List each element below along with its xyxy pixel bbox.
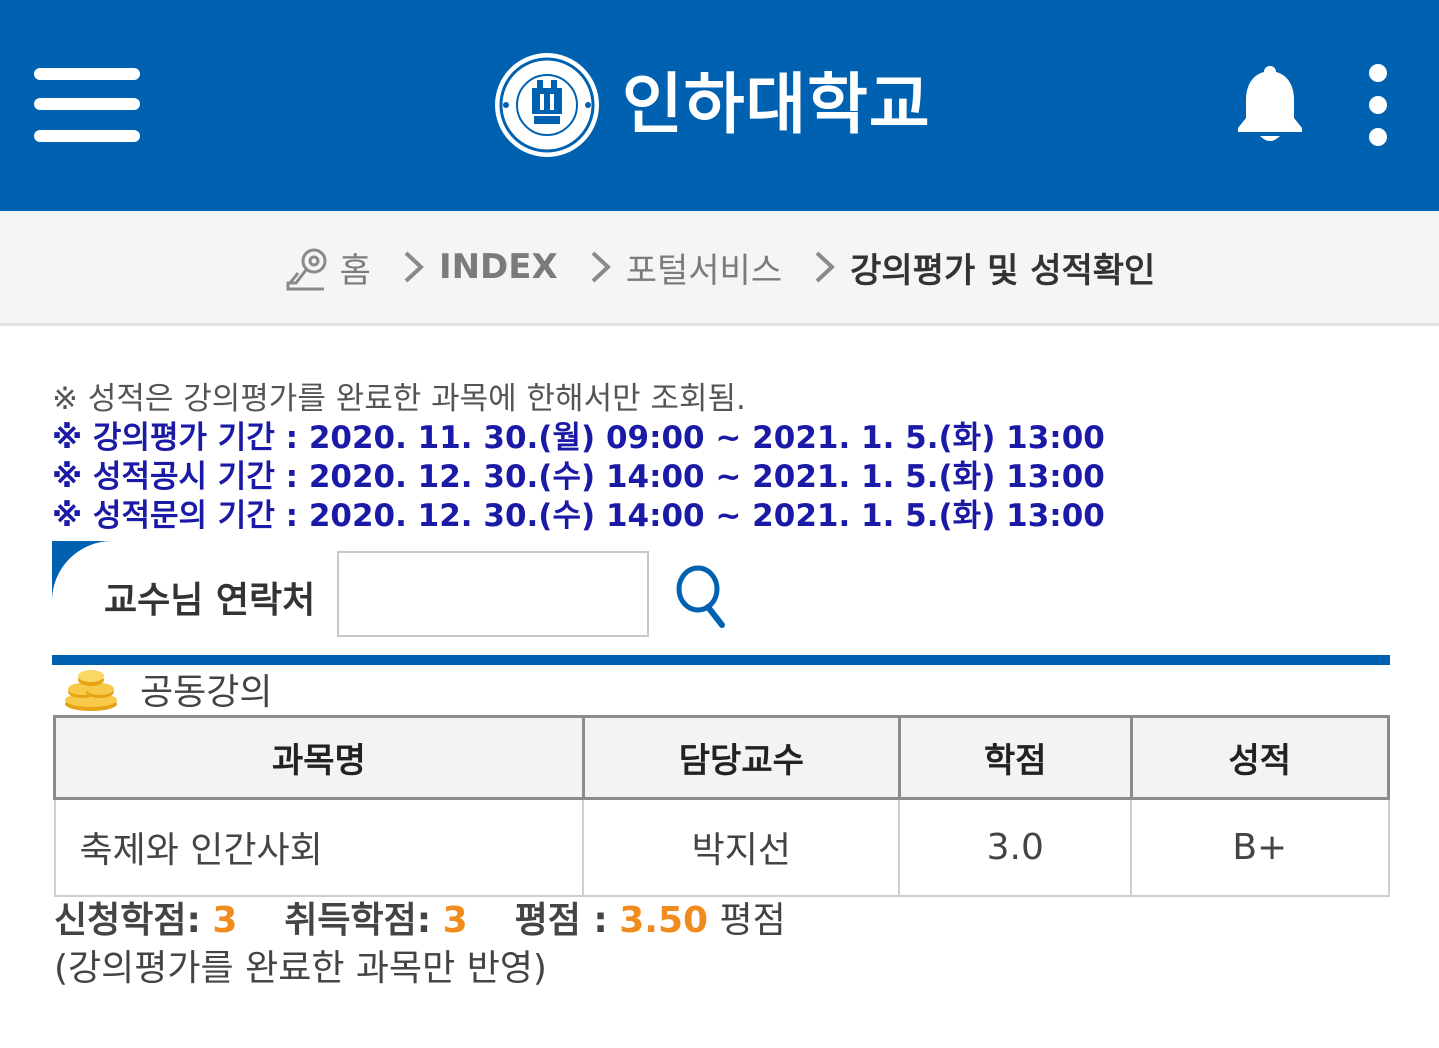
- credit-summary: 신청학점: 3 취득학점: 3 평점 : 3.50 평점: [54, 898, 786, 944]
- section-title-text: 공동강의: [140, 672, 273, 713]
- notice-grade-view: ※ 성적은 강의평가를 완료한 과목에 한해서만 조회됨.: [52, 381, 746, 417]
- notice-grade-announcement-period: ※ 성적공시 기간 : 2020. 12. 30.(수) 14:00 ~ 202…: [52, 459, 1105, 495]
- university-name: 인하대학교: [622, 66, 931, 143]
- chevron-right-icon: [591, 251, 611, 283]
- cell-course-name: 축제와 인간사회: [53, 797, 585, 897]
- summary-note: (강의평가를 완료한 과목만 반영): [54, 948, 547, 989]
- breadcrumb-index[interactable]: INDEX: [439, 247, 558, 287]
- app-header: 인하대학교: [0, 0, 1439, 211]
- earned-credits-value: 3: [442, 900, 468, 941]
- earned-credits-label: 취득학점:: [284, 900, 432, 941]
- column-header-grade: 성적: [1129, 715, 1390, 800]
- notice-grade-inquiry-period: ※ 성적문의 기간 : 2020. 12. 30.(수) 14:00 ~ 202…: [52, 498, 1105, 534]
- column-header-professor: 담당교수: [581, 715, 901, 800]
- column-header-credits: 학점: [897, 715, 1133, 800]
- gpa-suffix: 평점: [719, 900, 786, 941]
- notice-list: ※ 성적은 강의평가를 완료한 과목에 한해서만 조회됨. ※ 강의평가 기간 …: [52, 380, 1392, 536]
- professor-contact-label: 교수님 연락처: [104, 580, 316, 621]
- menu-icon[interactable]: [34, 64, 140, 148]
- notice-evaluation-period: ※ 강의평가 기간 : 2020. 11. 30.(월) 09:00 ~ 202…: [52, 420, 1105, 456]
- chevron-right-icon: [404, 251, 424, 283]
- cell-grade: B+: [1130, 797, 1390, 897]
- chevron-right-icon: [815, 251, 836, 283]
- grade-table: 과목명 담당교수 학점 성적 축제와 인간사회 박지선 3.0 B+: [53, 715, 1390, 897]
- column-header-course: 과목명: [53, 715, 585, 800]
- bell-icon[interactable]: [1236, 62, 1304, 146]
- coins-icon: [65, 670, 117, 711]
- university-seal-icon: [495, 53, 599, 157]
- applied-credits-label: 신청학점:: [54, 900, 201, 941]
- cell-professor: 박지선: [582, 797, 901, 897]
- breadcrumb-current: 강의평가 및 성적확인: [850, 250, 1156, 291]
- search-icon[interactable]: [674, 563, 730, 629]
- breadcrumb: 홈 INDEX 포털서비스 강의평가 및 성적확인: [0, 211, 1439, 326]
- breadcrumb-home[interactable]: 홈: [340, 243, 371, 292]
- gpa-value: 3.50: [619, 900, 709, 941]
- table-header-row: 과목명 담당교수 학점 성적: [53, 715, 1390, 800]
- university-logo[interactable]: 인하대학교: [492, 50, 931, 160]
- professor-contact-search: 교수님 연락처: [52, 541, 1390, 665]
- table-row: 축제와 인간사회 박지선 3.0 B+: [53, 797, 1390, 897]
- cell-credits: 3.0: [898, 797, 1132, 897]
- applied-credits-value: 3: [212, 900, 238, 941]
- section-title: 공동강의: [62, 664, 272, 714]
- breadcrumb-portal-service[interactable]: 포털서비스: [626, 243, 782, 292]
- more-options-icon[interactable]: [1364, 62, 1392, 152]
- professor-search-input[interactable]: [337, 551, 649, 637]
- location-home-icon[interactable]: [284, 243, 332, 291]
- gpa-label: 평점 :: [514, 900, 608, 941]
